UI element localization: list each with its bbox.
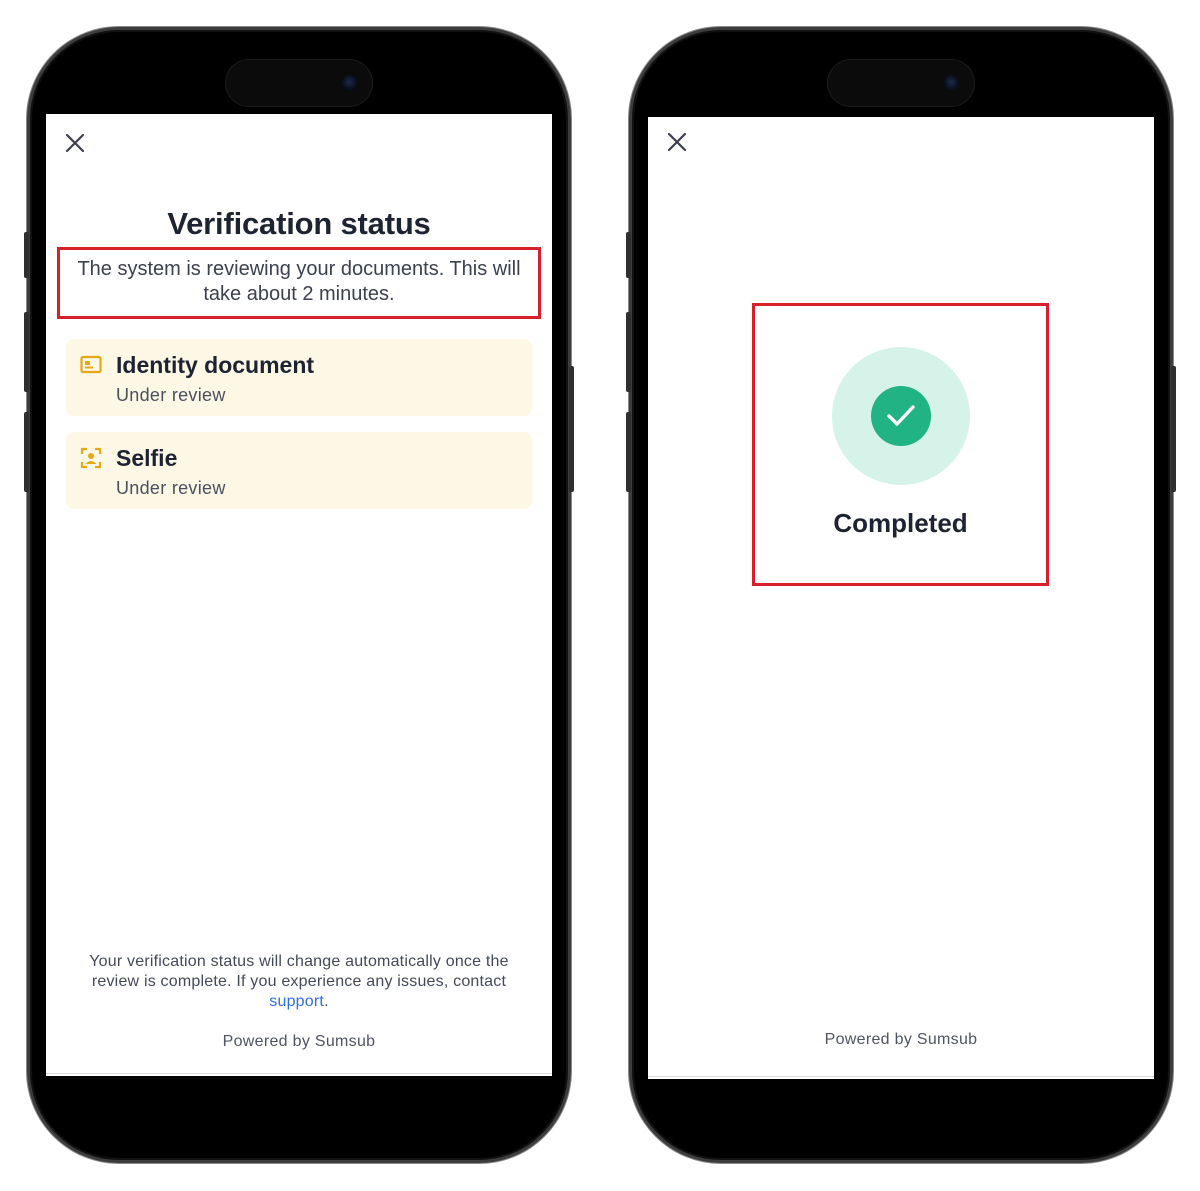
power-button [1171,366,1176,492]
page-title: Verification status [167,206,431,241]
step-label: Selfie [116,445,178,471]
camera-lens [342,75,358,91]
volume-up-button [626,312,631,392]
volume-down-button [626,412,631,492]
camera-lens [944,75,960,91]
id-card-icon [79,353,103,377]
divider [46,1073,552,1074]
close-icon[interactable] [63,131,87,155]
volume-down-button [24,412,29,492]
powered-by: Powered by Sumsub [222,1033,376,1050]
footer-note-period: . [324,993,329,1010]
dynamic-island [226,60,372,106]
check-circle-icon [871,386,931,446]
step-identity-document[interactable]: Identity document Under review [66,339,532,416]
verification-status-screen: Verification status The system is review… [46,114,552,1076]
comparison-stage: Verification status The system is review… [0,0,1200,1191]
step-status: Under review [116,478,226,498]
action-button [626,232,631,278]
divider [648,1076,1154,1077]
footer-note: Your verification status will change aut… [76,952,522,1012]
step-status: Under review [116,385,226,405]
status-halo [832,347,970,485]
phone-right: Completed Powered by Sumsub [626,27,1176,1163]
powered-by: Powered by Sumsub [824,1031,978,1048]
face-scan-icon [79,446,103,470]
completed-screen: Completed Powered by Sumsub [648,117,1154,1079]
power-button [569,366,574,492]
support-link[interactable]: support [269,993,324,1010]
completed-status-highlight: Completed [752,303,1049,586]
step-label: Identity document [116,352,315,378]
dynamic-island [828,60,974,106]
footer-note-text: Your verification status will change aut… [89,953,509,990]
step-selfie[interactable]: Selfie Under review [66,432,532,509]
status-label: Completed [833,508,968,538]
review-message: The system is reviewing your documents. … [57,247,541,319]
phone-left: Verification status The system is review… [24,27,574,1163]
volume-up-button [24,312,29,392]
action-button [24,232,29,278]
close-icon[interactable] [665,130,689,154]
